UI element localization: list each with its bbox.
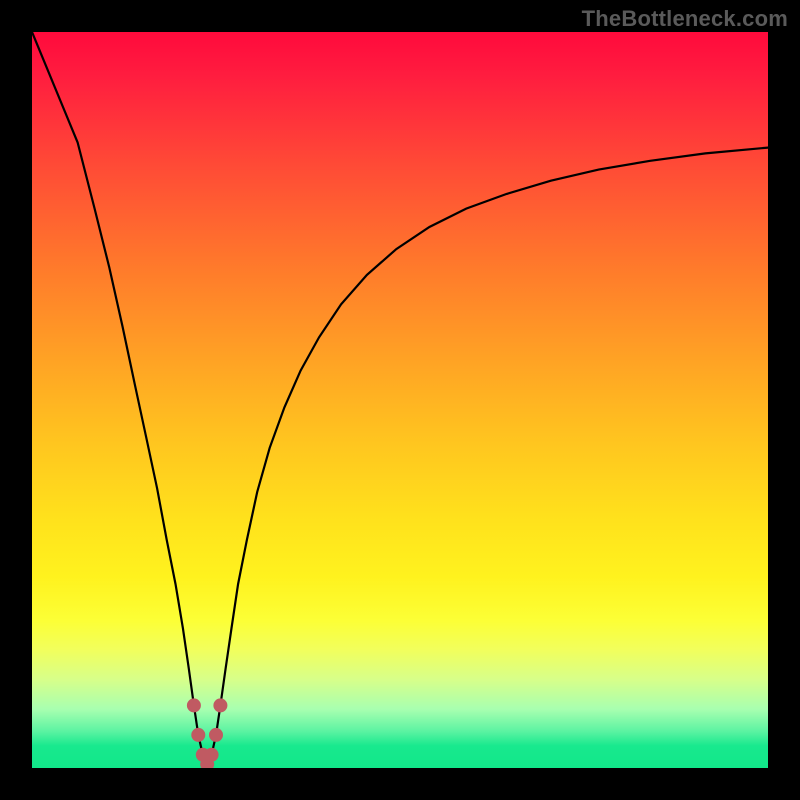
- optimal-marker: [191, 728, 205, 742]
- chart-frame: TheBottleneck.com: [0, 0, 800, 800]
- optimal-marker: [187, 698, 201, 712]
- optimal-region-markers: [187, 698, 228, 768]
- watermark-text: TheBottleneck.com: [582, 6, 788, 32]
- bottleneck-curve: [32, 32, 768, 764]
- optimal-marker: [213, 698, 227, 712]
- optimal-marker: [205, 748, 219, 762]
- optimal-marker: [209, 728, 223, 742]
- chart-svg: [32, 32, 768, 768]
- plot-area: [32, 32, 768, 768]
